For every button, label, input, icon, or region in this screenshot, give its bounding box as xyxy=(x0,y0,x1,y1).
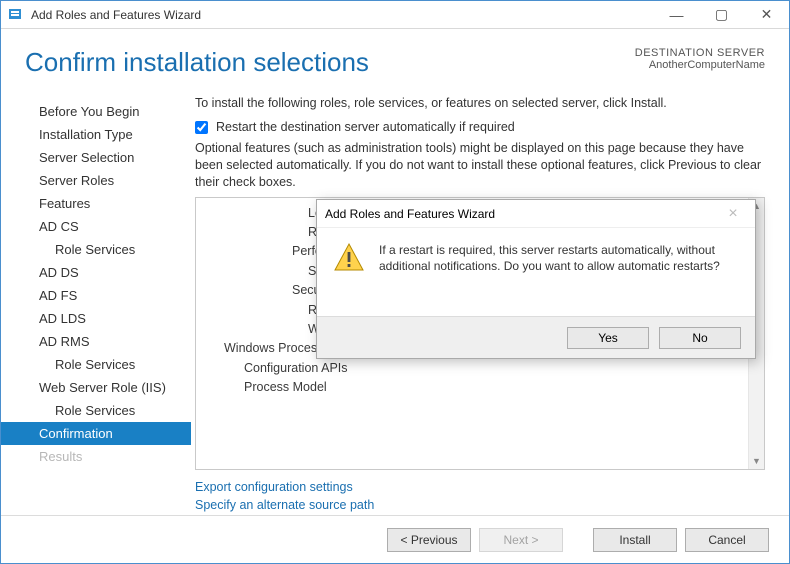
feature-item: Configuration APIs xyxy=(196,359,748,378)
footer: < Previous Next > Install Cancel xyxy=(1,515,789,563)
scroll-down-icon[interactable]: ▼ xyxy=(749,453,764,469)
warning-icon xyxy=(333,242,365,274)
sidebar: Before You Begin Installation Type Serve… xyxy=(1,90,191,515)
dialog-yes-button[interactable]: Yes xyxy=(567,327,649,349)
confirm-restart-dialog: Add Roles and Features Wizard × If a res… xyxy=(316,199,756,359)
sidebar-item-confirmation[interactable]: Confirmation xyxy=(1,422,191,445)
header: Confirm installation selections DESTINAT… xyxy=(1,29,789,90)
sidebar-item-server-roles[interactable]: Server Roles xyxy=(1,169,191,192)
server-manager-icon xyxy=(7,6,25,24)
next-button: Next > xyxy=(479,528,563,552)
wizard-window: Add Roles and Features Wizard — ▢ ✕ Conf… xyxy=(0,0,790,564)
titlebar: Add Roles and Features Wizard — ▢ ✕ xyxy=(1,1,789,29)
window-buttons: — ▢ ✕ xyxy=(654,1,789,29)
alternate-source-link[interactable]: Specify an alternate source path xyxy=(195,496,765,515)
links: Export configuration settings Specify an… xyxy=(195,478,765,516)
intro-text: To install the following roles, role ser… xyxy=(195,96,765,110)
sidebar-item-server-selection[interactable]: Server Selection xyxy=(1,146,191,169)
export-config-link[interactable]: Export configuration settings xyxy=(195,478,765,497)
minimize-button[interactable]: — xyxy=(654,1,699,29)
sidebar-item-installation-type[interactable]: Installation Type xyxy=(1,123,191,146)
dialog-title: Add Roles and Features Wizard xyxy=(325,207,719,221)
sidebar-item-ad-cs-role-services[interactable]: Role Services xyxy=(1,238,191,261)
destination-server-name: AnotherComputerName xyxy=(635,59,765,71)
destination-server-info: DESTINATION SERVER AnotherComputerName xyxy=(635,47,765,71)
sidebar-item-ad-cs[interactable]: AD CS xyxy=(1,215,191,238)
dialog-footer: Yes No xyxy=(317,316,755,358)
sidebar-item-ad-lds[interactable]: AD LDS xyxy=(1,307,191,330)
sidebar-item-ad-fs[interactable]: AD FS xyxy=(1,284,191,307)
previous-button[interactable]: < Previous xyxy=(387,528,471,552)
dialog-titlebar: Add Roles and Features Wizard × xyxy=(317,200,755,228)
sidebar-item-iis-role-services[interactable]: Role Services xyxy=(1,399,191,422)
dialog-close-button[interactable]: × xyxy=(719,205,747,223)
optional-features-note: Optional features (such as administratio… xyxy=(195,140,765,191)
sidebar-item-before-you-begin[interactable]: Before You Begin xyxy=(1,100,191,123)
sidebar-item-results: Results xyxy=(1,445,191,468)
dialog-body: If a restart is required, this server re… xyxy=(317,228,755,316)
restart-checkbox[interactable] xyxy=(195,121,208,134)
dialog-no-button[interactable]: No xyxy=(659,327,741,349)
sidebar-item-web-server-role[interactable]: Web Server Role (IIS) xyxy=(1,376,191,399)
sidebar-item-ad-ds[interactable]: AD DS xyxy=(1,261,191,284)
cancel-button[interactable]: Cancel xyxy=(685,528,769,552)
sidebar-item-ad-rms-role-services[interactable]: Role Services xyxy=(1,353,191,376)
sidebar-item-ad-rms[interactable]: AD RMS xyxy=(1,330,191,353)
destination-server-label: DESTINATION SERVER xyxy=(635,47,765,59)
install-button[interactable]: Install xyxy=(593,528,677,552)
dialog-message: If a restart is required, this server re… xyxy=(379,242,739,274)
page-heading: Confirm installation selections xyxy=(25,47,369,78)
maximize-button[interactable]: ▢ xyxy=(699,1,744,29)
close-button[interactable]: ✕ xyxy=(744,1,789,29)
window-title: Add Roles and Features Wizard xyxy=(31,8,654,22)
feature-item: Process Model xyxy=(196,378,748,397)
restart-checkbox-label: Restart the destination server automatic… xyxy=(216,120,515,134)
restart-checkbox-row[interactable]: Restart the destination server automatic… xyxy=(195,120,765,134)
sidebar-item-features[interactable]: Features xyxy=(1,192,191,215)
